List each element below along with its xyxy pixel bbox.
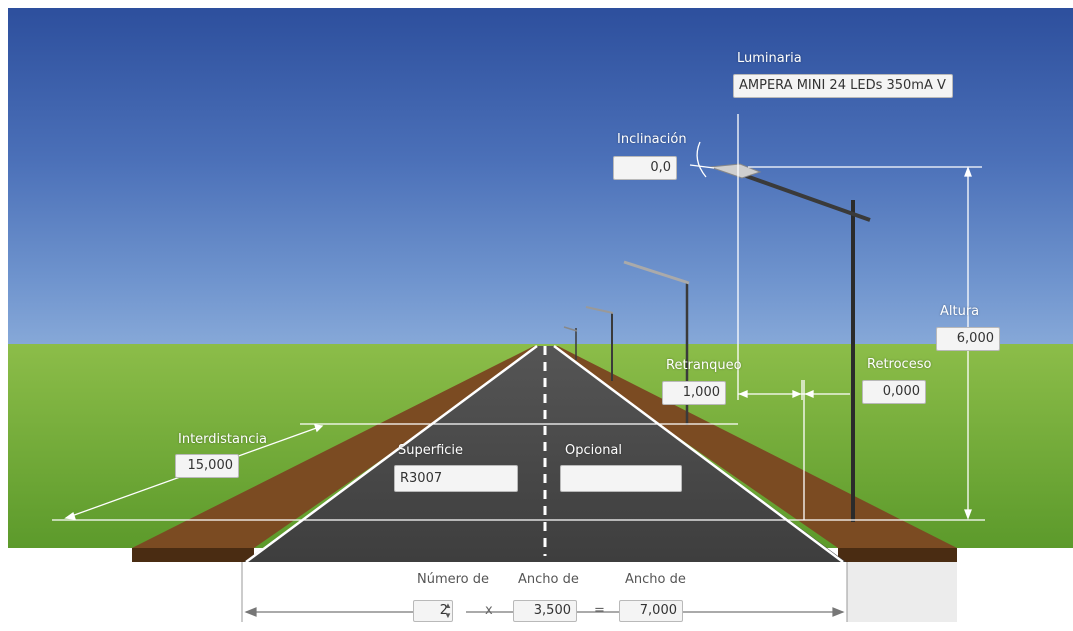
opcional-field[interactable] [560, 465, 682, 492]
times-sign: x [485, 603, 493, 618]
retranqueo-field[interactable]: 1,000 [662, 381, 726, 405]
numero-de-label: Número de [417, 572, 490, 587]
ancho-de-label-1: Ancho de [518, 572, 579, 587]
equals-sign: = [594, 603, 605, 618]
superficie-label: Superficie [398, 443, 464, 458]
luminaria-label: Luminaria [737, 51, 802, 66]
altura-label: Altura [940, 304, 980, 319]
retroceso-label: Retroceso [867, 357, 932, 372]
opcional-label: Opcional [565, 443, 623, 458]
numero-spinner[interactable]: ▲ ▼ [443, 601, 455, 621]
interdistancia-label: Interdistancia [178, 432, 267, 447]
left-curb [132, 548, 254, 562]
retranqueo-label: Retranqueo [666, 358, 742, 373]
sky [8, 8, 1073, 344]
superficie-field[interactable]: R3007 [394, 465, 518, 492]
ancho-de-label-2: Ancho de [625, 572, 686, 587]
luminaria-field[interactable]: AMPERA MINI 24 LEDs 350mA V [733, 74, 953, 98]
ancho-de-field-1[interactable]: 3,500 [513, 600, 577, 622]
inclinacion-field[interactable]: 0,0 [613, 156, 677, 180]
retroceso-field[interactable]: 0,000 [862, 380, 926, 404]
interdistancia-field[interactable]: 15,000 [175, 454, 239, 478]
bottom-panel-right-gray [847, 562, 957, 622]
spinner-down-icon[interactable]: ▼ [443, 611, 453, 631]
ancho-de-field-2[interactable]: 7,000 [619, 600, 683, 622]
altura-field[interactable]: 6,000 [936, 327, 1000, 351]
inclinacion-label: Inclinación [617, 132, 687, 147]
right-curb [838, 548, 957, 562]
